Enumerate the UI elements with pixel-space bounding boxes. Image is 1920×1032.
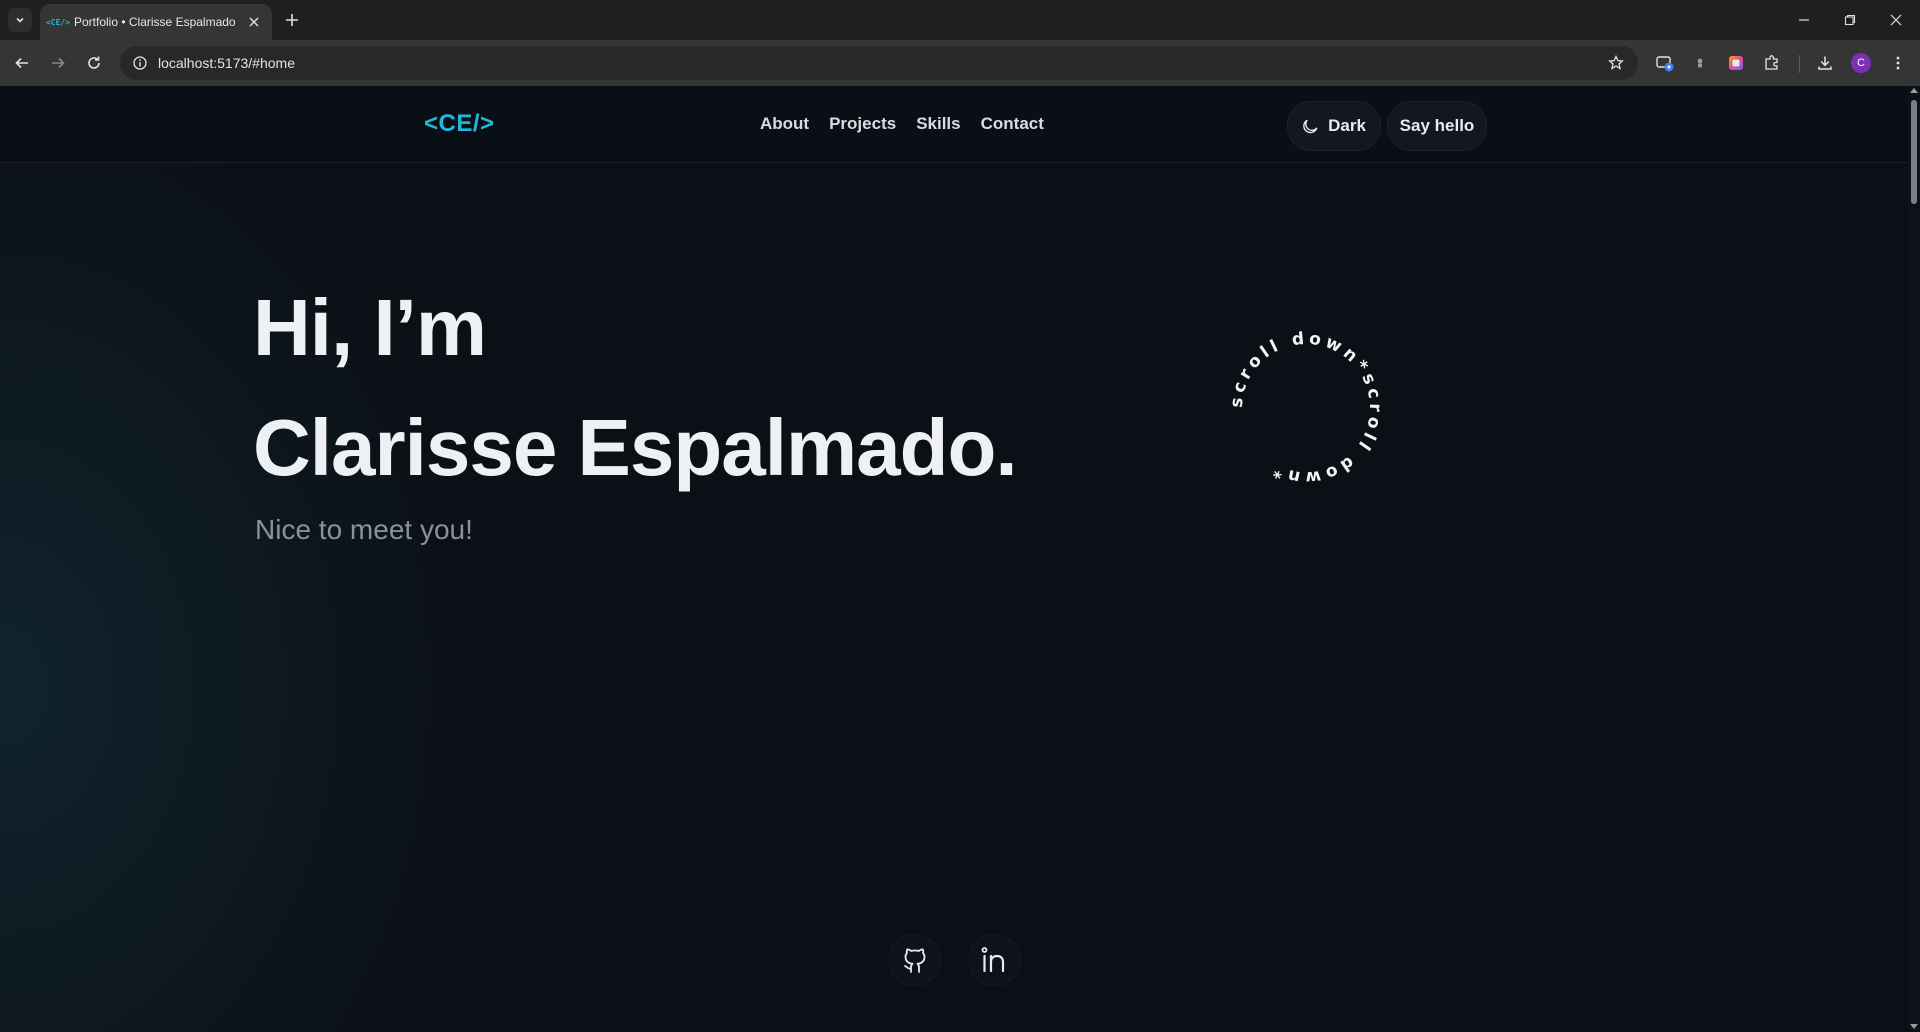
arrow-left-icon bbox=[15, 57, 28, 69]
site-logo[interactable]: <CE/> bbox=[424, 110, 495, 138]
arrow-right-icon bbox=[52, 57, 65, 69]
linkedin-icon bbox=[981, 947, 1005, 973]
download-icon[interactable] bbox=[1811, 49, 1839, 77]
minimize-icon bbox=[1799, 19, 1809, 21]
close-icon bbox=[1890, 14, 1902, 26]
reload-button[interactable] bbox=[80, 49, 108, 77]
restore-button[interactable] bbox=[1827, 0, 1873, 40]
minimize-button[interactable] bbox=[1781, 0, 1827, 40]
github-link[interactable] bbox=[889, 934, 941, 986]
extensions-puzzle-icon[interactable] bbox=[1758, 49, 1786, 77]
nav-link-projects[interactable]: Projects bbox=[829, 114, 896, 134]
close-window-button[interactable] bbox=[1873, 0, 1919, 40]
new-tab-button[interactable] bbox=[280, 8, 304, 32]
hero-subtitle: Nice to meet you! bbox=[255, 514, 473, 545]
url-text[interactable]: localhost:5173/#home bbox=[158, 55, 1602, 71]
tab-search-button[interactable] bbox=[8, 8, 32, 32]
nav-link-contact[interactable]: Contact bbox=[981, 114, 1044, 134]
scrollbar-thumb[interactable] bbox=[1911, 100, 1917, 204]
linkedin-link[interactable] bbox=[969, 934, 1021, 986]
back-button[interactable] bbox=[8, 49, 36, 77]
reload-icon bbox=[88, 56, 100, 69]
address-bar[interactable]: localhost:5173/#home bbox=[120, 46, 1638, 80]
chevron-down-icon bbox=[16, 17, 24, 23]
profile-avatar[interactable]: C bbox=[1851, 53, 1871, 73]
browser-tab-active[interactable]: <CE/> Portfolio • Clarisse Espalmado bbox=[40, 4, 272, 40]
extension-dot-icon[interactable] bbox=[1686, 49, 1714, 77]
theme-toggle-label: Dark bbox=[1328, 116, 1366, 135]
plus-icon bbox=[286, 14, 298, 26]
nav-link-skills[interactable]: Skills bbox=[916, 114, 960, 134]
browser-tabstrip: <CE/> Portfolio • Clarisse Espalmado bbox=[0, 0, 1920, 40]
page-viewport: <CE/> About Projects Skills Contact Dark… bbox=[0, 86, 1920, 1032]
extension-tab-manager-icon[interactable] bbox=[1651, 49, 1679, 77]
site-info-icon[interactable] bbox=[130, 53, 150, 73]
github-icon bbox=[904, 948, 926, 973]
site-header: <CE/> About Projects Skills Contact Dark… bbox=[0, 86, 1908, 163]
toolbar-separator bbox=[1799, 55, 1800, 73]
scroll-down-text: scroll down*scroll down* bbox=[1227, 329, 1385, 488]
scroll-down-arrow[interactable] bbox=[1910, 1024, 1918, 1029]
tab-close-button[interactable] bbox=[244, 12, 264, 32]
say-hello-button[interactable]: Say hello bbox=[1387, 101, 1487, 151]
extension-color-icon[interactable] bbox=[1722, 49, 1750, 77]
main-nav: About Projects Skills Contact bbox=[760, 114, 1044, 134]
restore-icon bbox=[1844, 14, 1856, 26]
scroll-down-badge[interactable]: scroll down*scroll down* bbox=[1226, 328, 1386, 488]
kebab-menu-icon[interactable] bbox=[1884, 49, 1912, 77]
bookmark-star-icon[interactable] bbox=[1602, 49, 1630, 77]
nav-link-about[interactable]: About bbox=[760, 114, 809, 134]
forward-button[interactable] bbox=[44, 49, 72, 77]
hero-name: Clarisse Espalmado. bbox=[253, 403, 1018, 492]
close-icon bbox=[249, 17, 259, 27]
moon-icon bbox=[1303, 119, 1318, 134]
tab-favicon: <CE/> bbox=[45, 17, 71, 27]
browser-toolbar: localhost:5173/#home C bbox=[0, 40, 1920, 86]
scroll-up-arrow[interactable] bbox=[1910, 88, 1918, 93]
theme-toggle-button[interactable]: Dark bbox=[1287, 101, 1381, 151]
tab-title: Portfolio • Clarisse Espalmado bbox=[74, 15, 236, 29]
hero-greeting: Hi, I’m bbox=[253, 283, 487, 372]
page-scrollbar[interactable] bbox=[1908, 86, 1920, 1032]
